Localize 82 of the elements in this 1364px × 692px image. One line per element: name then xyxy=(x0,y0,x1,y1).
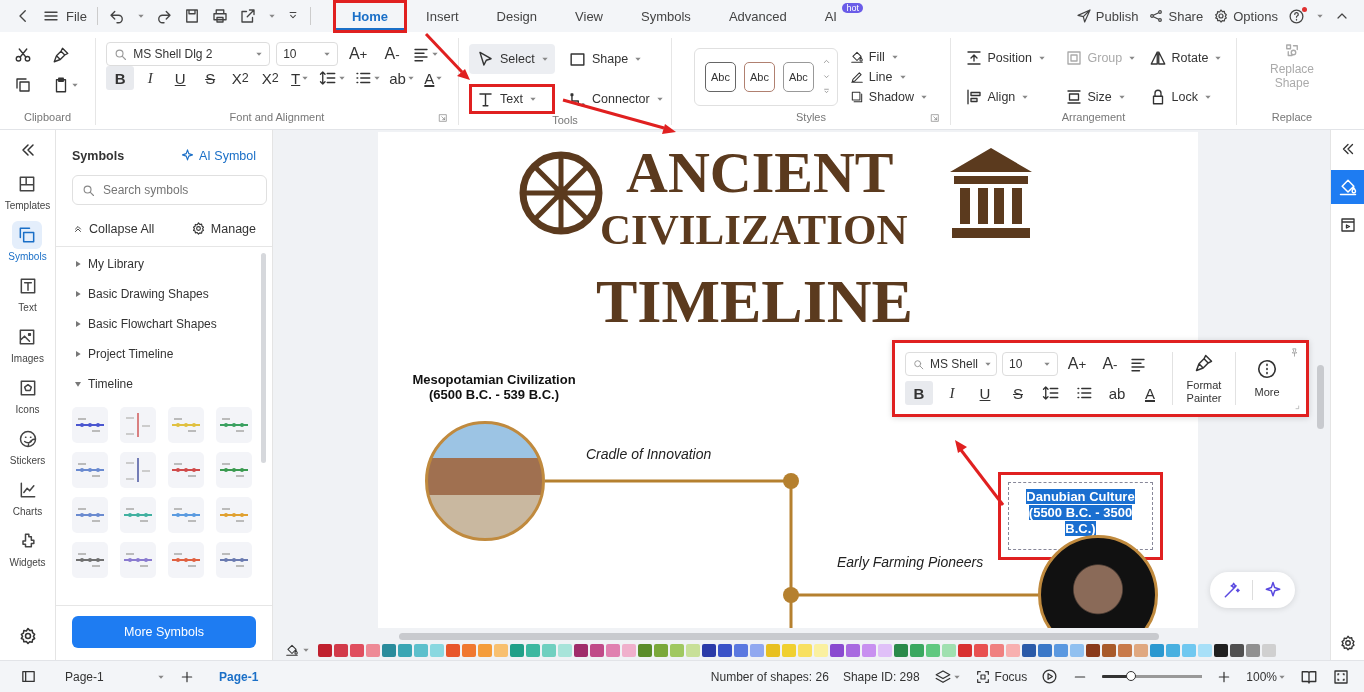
poster-title: TIMELINE xyxy=(596,270,913,332)
format-button[interactable]: ab xyxy=(386,66,418,90)
group-label: Arrangement xyxy=(1061,111,1126,125)
poster-title: CIVILIZATION xyxy=(600,208,908,251)
format-painter-button[interactable]: Format Painter xyxy=(1181,352,1227,405)
sidebar-item[interactable]: Icons xyxy=(12,374,43,415)
menu-tab[interactable]: View xyxy=(556,0,622,33)
sidebar-item[interactable]: Charts xyxy=(12,476,43,517)
arrange-button[interactable]: Lock xyxy=(1148,86,1229,107)
zoom-select[interactable]: 100% xyxy=(1246,669,1286,684)
format-button[interactable]: T xyxy=(286,66,315,90)
style-swatch[interactable]: Abc xyxy=(704,61,736,92)
menu-tab[interactable]: Design xyxy=(477,0,557,33)
new-badge: hot xyxy=(842,2,863,13)
sidebar-item[interactable]: Stickers xyxy=(9,425,46,466)
format-button[interactable]: B xyxy=(905,381,933,405)
format-button[interactable]: S xyxy=(196,66,225,90)
style-swatch[interactable]: Abc xyxy=(743,61,775,92)
group-label: Tools xyxy=(552,114,578,128)
style-property-button[interactable]: Line xyxy=(849,67,929,86)
page-tab[interactable]: Page-1 xyxy=(219,669,259,684)
tool-button[interactable]: Connector xyxy=(561,84,661,114)
arrange-button[interactable]: Position xyxy=(964,48,1065,68)
library-category[interactable]: My Library xyxy=(72,257,262,271)
toolbar-action[interactable]: Publish xyxy=(1075,8,1139,24)
panel-title: Symbols xyxy=(72,148,125,163)
format-button[interactable]: U xyxy=(971,381,999,405)
shape-id: Shape ID: 298 xyxy=(842,669,920,684)
event-caption: Early Farming Pioneers xyxy=(837,554,984,570)
library-category[interactable]: Timeline xyxy=(72,377,262,391)
sidebar-item[interactable]: Widgets xyxy=(9,527,46,568)
group-label: Styles xyxy=(796,111,826,125)
menu-tab[interactable]: Insert xyxy=(407,0,478,33)
more-button[interactable]: More xyxy=(1244,352,1290,405)
file-menu[interactable]: File xyxy=(42,7,87,25)
arrange-button[interactable]: Rotate xyxy=(1148,48,1229,68)
manage-button[interactable]: Manage xyxy=(190,221,256,236)
tool-button[interactable]: Select xyxy=(469,44,555,74)
sidebar-item[interactable]: Images xyxy=(11,323,44,364)
tool-button[interactable]: Shape xyxy=(561,44,661,74)
sidebar-item[interactable]: Text xyxy=(12,272,43,313)
library-category[interactable]: Basic Flowchart Shapes xyxy=(72,317,262,331)
font-size-select[interactable]: 10 xyxy=(276,42,339,66)
menu-tab[interactable]: Advanced xyxy=(709,0,806,33)
format-button[interactable]: I xyxy=(136,66,165,90)
arrange-button[interactable]: Size xyxy=(1064,86,1149,107)
style-property-button[interactable]: Shadow xyxy=(849,87,929,106)
style-property-button[interactable]: Fill xyxy=(849,47,929,66)
group-label: Replace xyxy=(1271,111,1313,125)
format-button[interactable]: I xyxy=(938,381,966,405)
style-swatch[interactable]: Abc xyxy=(782,61,814,92)
search-field[interactable]: Search symbols xyxy=(72,175,267,205)
menu-tab[interactable]: AI hot xyxy=(805,0,870,33)
format-button[interactable]: ab xyxy=(1103,381,1131,405)
toolbar-action[interactable]: Share xyxy=(1148,8,1204,24)
toolbar-action[interactable]: Options xyxy=(1213,8,1278,24)
event-label: Mesopotamian Civilization (6500 B.C. - 539 B.C.) xyxy=(411,371,577,404)
poster-title: ANCIENT xyxy=(626,144,894,202)
format-button[interactable]: A xyxy=(419,66,448,90)
font-size-select[interactable]: 10 xyxy=(1002,352,1058,376)
more-symbols-button[interactable]: More Symbols xyxy=(72,616,256,648)
group-label: Font and Alignment xyxy=(229,111,325,125)
page-select[interactable]: Page-1 xyxy=(65,669,165,684)
focus-button[interactable]: Focus xyxy=(974,668,1028,685)
arrange-button[interactable]: Align xyxy=(964,86,1065,107)
ai-symbol-link[interactable]: AI Symbol xyxy=(180,148,256,163)
tool-button[interactable]: Text xyxy=(469,84,555,114)
format-button[interactable]: B xyxy=(106,66,135,90)
shape-count: Number of shapes: 26 xyxy=(710,669,829,684)
library-category[interactable]: Project Timeline xyxy=(72,347,262,361)
event-caption: Cradle of Innovation xyxy=(586,446,712,462)
collapse-all-button[interactable]: Collapse All xyxy=(72,221,155,236)
format-button[interactable]: S xyxy=(1004,381,1032,405)
menu-tab[interactable]: Home xyxy=(332,0,408,33)
format-button[interactable]: A xyxy=(1136,381,1164,405)
sidebar-item[interactable]: Templates xyxy=(4,170,51,211)
menu-tab[interactable]: Symbols xyxy=(622,0,710,33)
group-label: Clipboard xyxy=(23,111,72,125)
font-family-select[interactable]: MS Shell Dlg 2 xyxy=(106,42,271,66)
library-category[interactable]: Basic Drawing Shapes xyxy=(72,287,262,301)
format-button[interactable]: U xyxy=(166,66,195,90)
font-family-select[interactable]: MS Shell xyxy=(905,352,997,376)
